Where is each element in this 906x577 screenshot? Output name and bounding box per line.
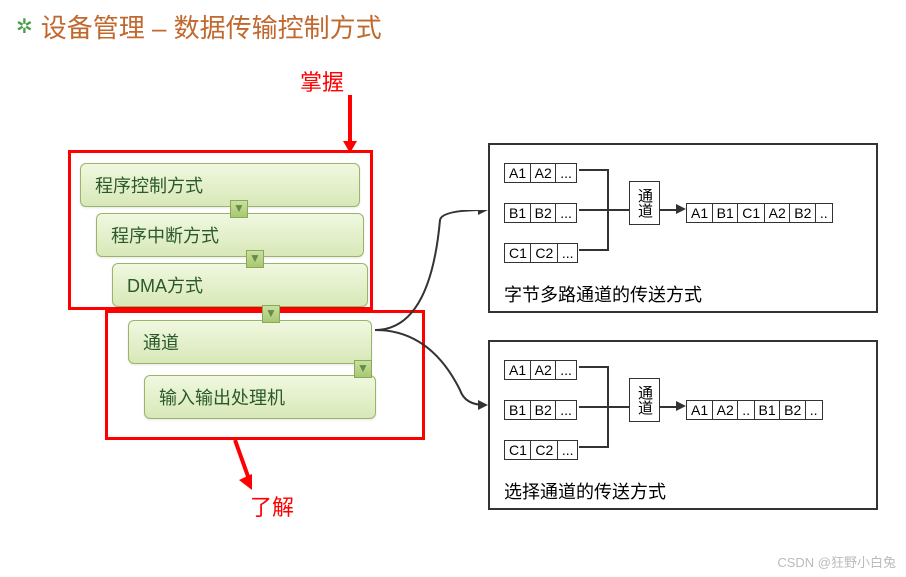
input-row-a: A1 A2 ... — [504, 163, 575, 183]
down-arrow-icon — [354, 360, 372, 378]
diagram2-caption: 选择通道的传送方式 — [504, 478, 862, 504]
wheel-icon: ✲ — [16, 14, 33, 39]
arrow-understand-icon — [230, 440, 260, 500]
output-row: A1 A2 .. B1 B2 .. — [686, 400, 821, 420]
method-channel: 通道 — [128, 320, 372, 364]
input-row-b: B1 B2 ... — [504, 203, 575, 223]
page-title-row: ✲ 设备管理 – 数据传输控制方式 — [0, 0, 906, 53]
channel-node: 通道 — [629, 181, 660, 225]
diagram1-caption: 字节多路通道的传送方式 — [504, 281, 862, 307]
method-dma: DMA方式 — [112, 263, 368, 307]
down-arrow-icon — [230, 200, 248, 218]
selector-channel-diagram: A1 A2 ... B1 B2 ... C1 C2 ... 通道 A1 A2 .… — [488, 340, 878, 510]
method-io-processor: 输入输出处理机 — [144, 375, 376, 419]
input-row-c: C1 C2 ... — [504, 440, 577, 460]
method-program-control: 程序控制方式 — [80, 163, 360, 207]
input-row-c: C1 C2 ... — [504, 243, 577, 263]
method-interrupt: 程序中断方式 — [96, 213, 364, 257]
annotation-master: 掌握 — [300, 65, 344, 97]
output-row: A1 B1 C1 A2 B2 .. — [686, 203, 831, 223]
channel-node: 通道 — [629, 378, 660, 422]
byte-multiplex-diagram: A1 A2 ... B1 B2 ... C1 C2 ... 通道 A1 B1 C… — [488, 143, 878, 313]
down-arrow-icon — [246, 250, 264, 268]
input-row-b: B1 B2 ... — [504, 400, 575, 420]
watermark: CSDN @狂野小白兔 — [777, 552, 896, 571]
page-title: 设备管理 – 数据传输控制方式 — [41, 8, 382, 45]
down-arrow-icon — [262, 305, 280, 323]
input-row-a: A1 A2 ... — [504, 360, 575, 380]
